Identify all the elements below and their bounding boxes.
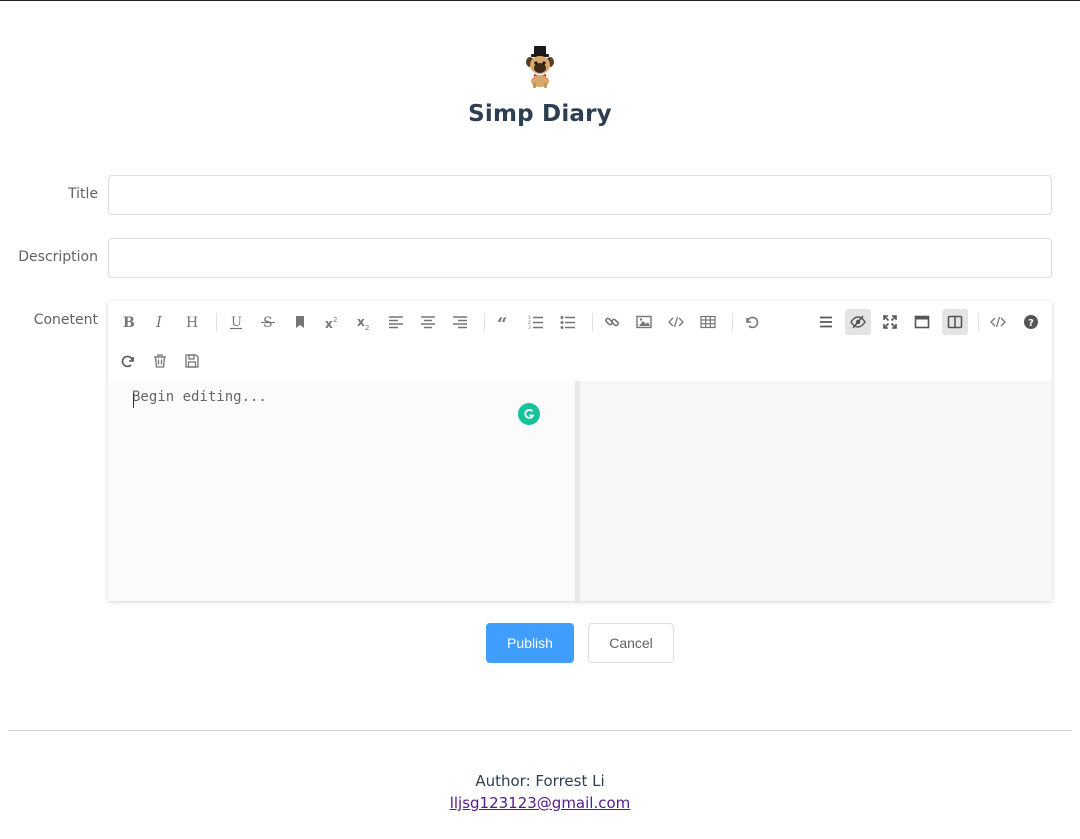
svg-text:3: 3 [528,325,531,330]
edit-pane [108,381,575,601]
svg-text:?: ? [1028,318,1034,329]
html-code-icon[interactable] [985,309,1011,335]
svg-text:“: “ [497,314,507,330]
bookmark-icon[interactable] [287,309,313,335]
ordered-list-icon[interactable]: 123 [523,309,549,335]
svg-text:2: 2 [333,316,337,324]
footer-author: Author: Forrest Li [475,772,605,790]
pug-logo-icon [522,46,558,88]
underline-icon[interactable]: U [223,309,249,335]
code-icon[interactable] [663,309,689,335]
publish-button[interactable]: Publish [486,623,574,663]
italic-icon[interactable]: I [147,309,173,335]
svg-text:I: I [155,314,163,330]
markdown-editor: B I H U S x2 x2 “ 123 ? Begin editing... [108,301,1052,601]
content-label: Conetent [33,312,98,328]
svg-text:x: x [357,315,365,329]
footer-email-wrapper: lljsg123123@gmail.com [0,794,1080,812]
bold-icon[interactable]: B [115,309,141,335]
svg-text:B: B [123,315,135,330]
svg-text:U: U [231,315,242,330]
svg-text:x: x [325,317,333,330]
undo-icon[interactable] [739,309,765,335]
header-icon[interactable]: H [179,309,205,335]
title-label: Title [67,186,98,202]
image-icon[interactable] [631,309,657,335]
footer-divider [8,730,1072,731]
toolbar-divider [216,313,217,331]
cancel-button[interactable]: Cancel [588,623,674,663]
title-input[interactable] [108,175,1052,215]
strikethrough-icon[interactable]: S [255,309,281,335]
align-right-icon[interactable] [447,309,473,335]
toolbar-divider [592,313,593,331]
preview-pane [580,381,1052,601]
trash-icon[interactable] [147,348,173,374]
page-title: Simp Diary [468,101,612,127]
preview-toggle-icon[interactable] [845,309,871,335]
save-icon[interactable] [179,348,205,374]
quote-icon[interactable]: “ [491,309,517,335]
fullscreen-icon[interactable] [877,309,903,335]
grammarly-icon[interactable] [518,403,540,425]
text-caret [133,393,134,408]
redo-icon[interactable] [115,348,141,374]
help-icon[interactable]: ? [1018,309,1044,335]
subfield-icon[interactable] [942,309,968,335]
link-icon[interactable] [599,309,625,335]
description-label: Description [18,249,98,265]
read-mode-icon[interactable] [909,309,935,335]
unordered-list-icon[interactable] [555,309,581,335]
align-left-icon[interactable] [383,309,409,335]
svg-text:2: 2 [365,324,369,330]
content-textarea[interactable] [120,389,560,589]
navigation-icon[interactable] [813,309,839,335]
svg-text:H: H [186,315,198,330]
toolbar-divider [484,313,485,331]
toolbar-divider [732,313,733,331]
table-icon[interactable] [695,309,721,335]
subscript-icon[interactable]: x2 [351,309,377,335]
description-input[interactable] [108,238,1052,278]
author-email-link[interactable]: lljsg123123@gmail.com [450,794,631,812]
toolbar-divider [978,313,979,331]
superscript-icon[interactable]: x2 [319,309,345,335]
align-center-icon[interactable] [415,309,441,335]
